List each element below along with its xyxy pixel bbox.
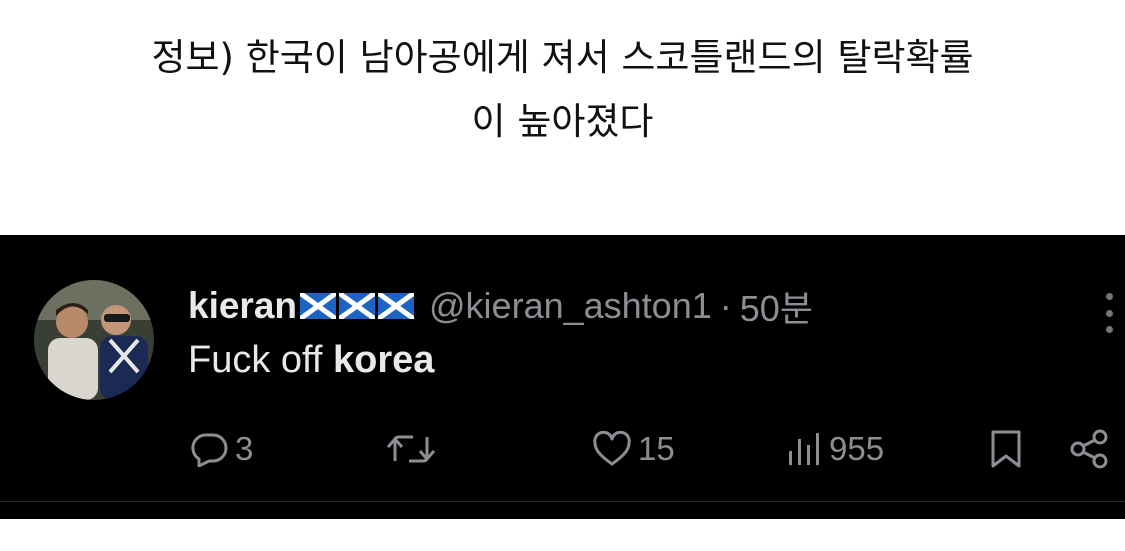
timestamp[interactable]: 50분 [740, 280, 813, 332]
more-options-icon[interactable] [1104, 293, 1114, 333]
headline: 정보) 한국이 남아공에게 져서 스코틀랜드의 탈락확률 이 높아졌다 [0, 26, 1125, 154]
scotland-flag-icon [339, 293, 376, 319]
share-icon [1070, 429, 1108, 469]
tweet-divider [0, 501, 1125, 502]
display-name[interactable]: kieran [188, 285, 297, 327]
tweet-header: kieran @kieran_ashton1 · 50분 [188, 283, 813, 329]
scotland-flag-icon [378, 293, 415, 319]
reply-button[interactable]: 3 [189, 425, 253, 473]
tweet-text: Fuck off korea [188, 339, 434, 382]
reply-icon [191, 433, 228, 467]
tweet-card[interactable]: kieran @kieran_ashton1 · 50분 Fuck off ko… [0, 235, 1125, 519]
headline-line-2: 이 높아졌다 [471, 100, 654, 143]
share-button[interactable] [1068, 425, 1112, 473]
avatar[interactable] [34, 280, 154, 400]
analytics-icon [789, 433, 819, 465]
name-emoji-flags [300, 293, 417, 319]
separator-dot: · [719, 285, 732, 326]
like-button[interactable]: 15 [592, 425, 675, 473]
tweet-actions: 3 15 955 [0, 425, 1125, 473]
tweet-text-bold: korea [333, 339, 435, 381]
heart-icon [593, 431, 631, 466]
view-count: 955 [829, 430, 885, 467]
headline-line-1: 정보) 한국이 남아공에게 져서 스코틀랜드의 탈락확률 [151, 36, 974, 79]
views-button[interactable]: 955 [783, 425, 884, 473]
bookmark-icon [991, 430, 1021, 468]
bookmark-button[interactable] [989, 425, 1023, 473]
tweet-text-plain: Fuck off [188, 339, 334, 381]
retweet-button[interactable] [385, 425, 443, 473]
like-count: 15 [638, 430, 675, 467]
avatar-photo [34, 280, 154, 400]
scotland-flag-icon [300, 293, 337, 319]
reply-count: 3 [235, 430, 254, 467]
retweet-icon [386, 435, 436, 463]
user-handle[interactable]: @kieran_ashton1 [429, 285, 712, 327]
